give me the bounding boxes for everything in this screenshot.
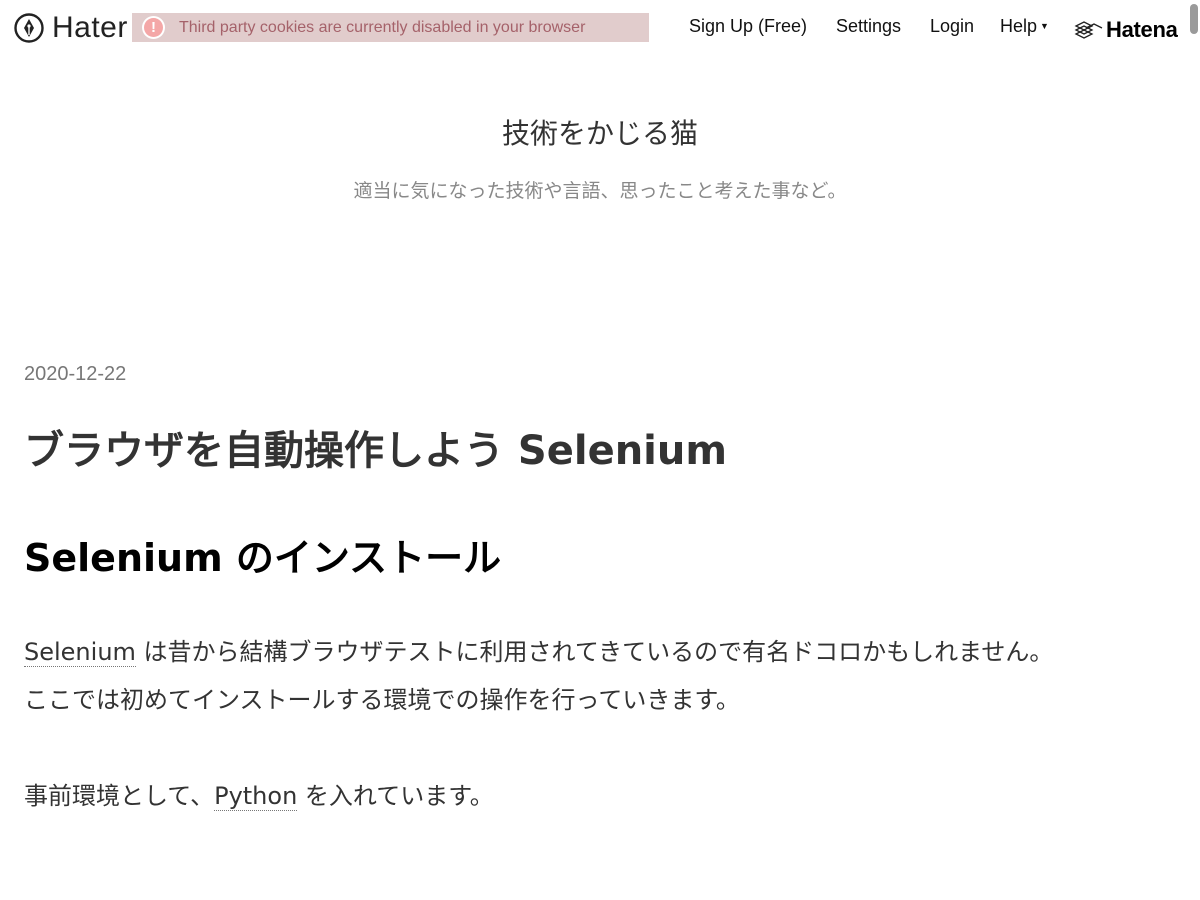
section-heading: Selenium のインストール xyxy=(24,536,502,580)
brand-text: Hater xyxy=(52,11,128,44)
brand-link[interactable]: Hater xyxy=(14,12,128,44)
entry-body: Selenium は昔から結構ブラウザテストに利用されてきているので有名ドコロか… xyxy=(24,628,1164,820)
hatena-logo-text: Hatena xyxy=(1106,17,1178,42)
caret-down-icon: ▼ xyxy=(1040,21,1049,31)
paragraph-environment: ここでは初めてインストールする環境での操作を行っていきます。 xyxy=(24,686,740,714)
cookie-notice: ! Third party cookies are currently disa… xyxy=(132,13,649,42)
paragraph-intro: Selenium は昔から結構ブラウザテストに利用されてきているので有名ドコロか… xyxy=(24,628,1164,676)
hatena-mark-icon xyxy=(1074,21,1103,39)
pen-nib-icon xyxy=(14,13,44,43)
entry-title[interactable]: ブラウザを自動操作しよう Selenium xyxy=(24,418,727,476)
scrollbar-thumb[interactable] xyxy=(1190,4,1198,34)
prereq-text-before: 事前環境として、 xyxy=(24,782,215,810)
blog-description: 適当に気になった技術や言語、思ったこと考えた事など。 xyxy=(353,180,847,202)
login-link[interactable]: Login xyxy=(930,16,974,37)
signup-link[interactable]: Sign Up (Free) xyxy=(689,16,807,37)
global-header: Hater ! Third party cookies are currentl… xyxy=(0,0,1200,56)
cookie-notice-text: Third party cookies are currently disabl… xyxy=(179,18,586,36)
blog-title[interactable]: 技術をかじる猫 xyxy=(0,112,1200,152)
paragraph-prerequisite: 事前環境として、Python を入れています。 xyxy=(24,772,1164,820)
help-label: Help xyxy=(1000,16,1038,36)
exclamation-icon: ! xyxy=(142,16,165,39)
entry-date[interactable]: 2020-12-22 xyxy=(24,363,126,386)
help-menu[interactable]: Help ▼ xyxy=(1000,16,1049,37)
keyword-link-python[interactable]: Python xyxy=(214,782,298,811)
prereq-text-after: を入れています。 xyxy=(297,782,494,810)
paragraph-intro-text: は昔から結構ブラウザテストに利用されてきているので有名ドコロかもしれません。 xyxy=(135,638,1054,666)
keyword-link-selenium[interactable]: Selenium xyxy=(24,638,136,667)
settings-link[interactable]: Settings xyxy=(836,16,901,37)
hatena-logo[interactable]: Hatena xyxy=(1074,16,1178,44)
